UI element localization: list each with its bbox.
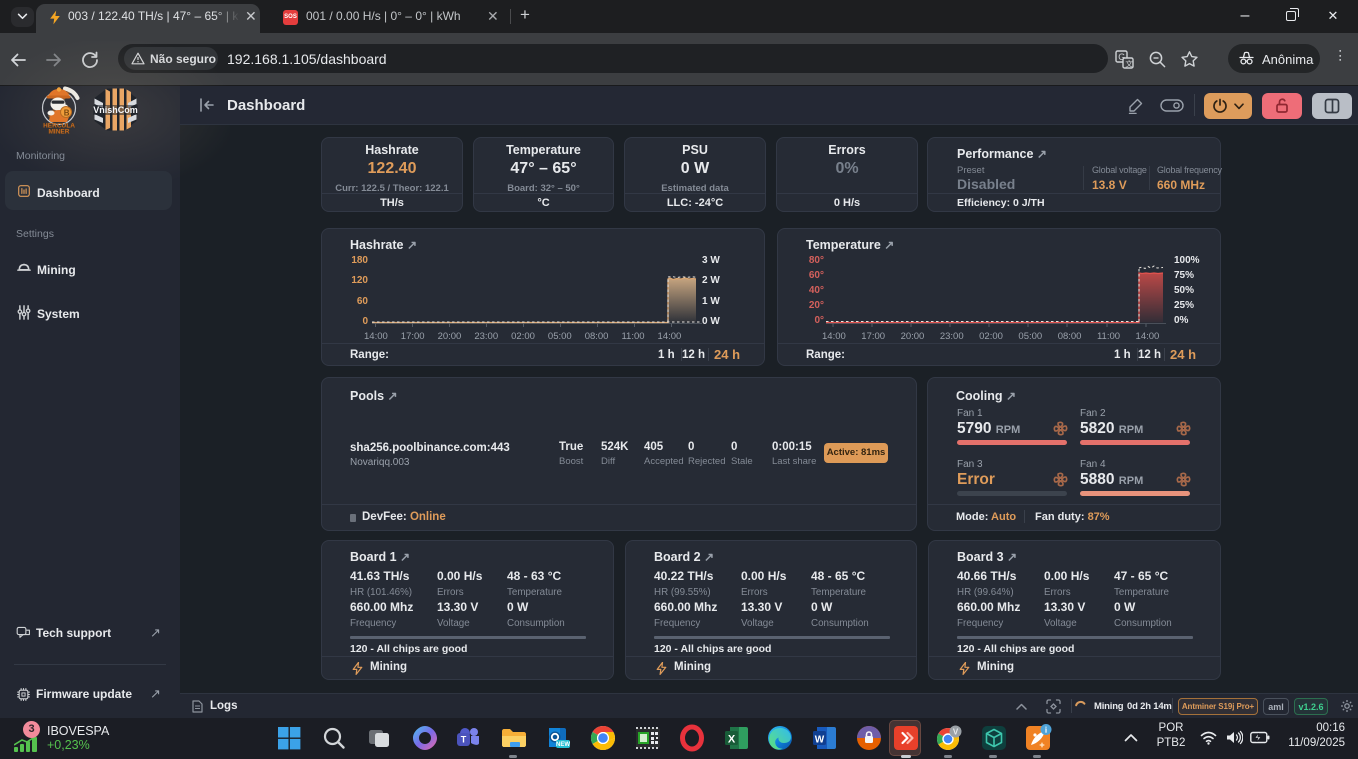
svg-text:V: V bbox=[953, 728, 959, 737]
svg-text:B: B bbox=[64, 109, 70, 118]
svg-text:VnishCom: VnishCom bbox=[93, 105, 138, 115]
svg-text:T: T bbox=[461, 735, 467, 745]
svg-text:MINER: MINER bbox=[49, 129, 70, 135]
svg-text:NEW: NEW bbox=[556, 742, 570, 748]
svg-text:文: 文 bbox=[1125, 58, 1133, 68]
svg-text:X: X bbox=[728, 734, 736, 746]
svg-text:W: W bbox=[815, 735, 825, 746]
